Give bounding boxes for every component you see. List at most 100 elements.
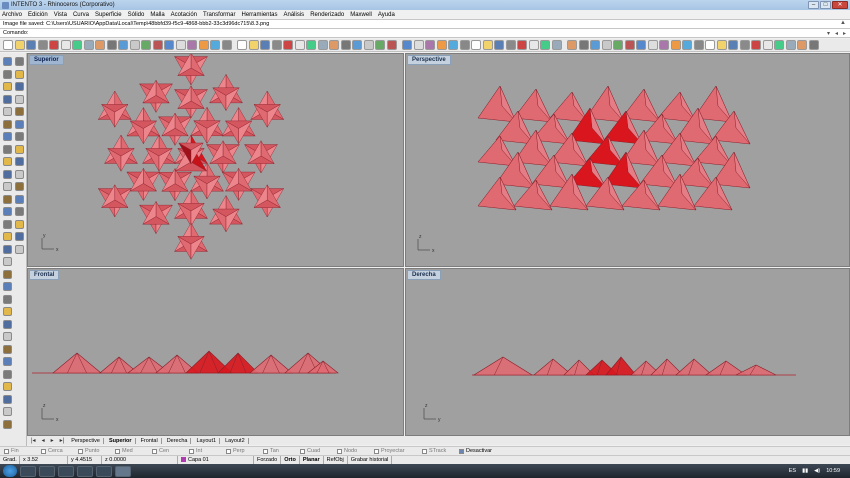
toolbar-tool-33-icon[interactable] <box>375 40 385 50</box>
toolbar-tool-36-icon[interactable] <box>413 40 424 50</box>
viewport-label-front[interactable]: Frontal <box>29 270 60 280</box>
left-tool-30-1-icon[interactable] <box>3 419 12 429</box>
taskbar-app-4[interactable] <box>77 465 93 477</box>
left-tool-7-2-icon[interactable] <box>15 132 24 141</box>
menu-analisis[interactable]: Análisis <box>284 12 305 18</box>
toolbar-tool-18-icon[interactable] <box>198 40 209 50</box>
toolbar-tool-60-icon[interactable] <box>693 40 704 50</box>
toolbar-tool-41-icon[interactable] <box>471 40 481 50</box>
last-tab-icon[interactable]: ▸| <box>58 437 67 444</box>
left-tool-19-1-icon[interactable] <box>3 282 12 291</box>
left-tool-23-1-icon[interactable] <box>3 332 12 341</box>
command-line[interactable]: Comando: ▾ ◂ ▸ <box>0 28 850 38</box>
osnap-tan[interactable]: Tan <box>263 448 296 454</box>
osnap-proyectar[interactable]: Proyectar <box>374 448 418 454</box>
toolbar-tool-52-icon[interactable] <box>601 40 612 50</box>
toolbar-tool-69-icon[interactable] <box>797 40 807 50</box>
taskbar-app-2[interactable] <box>39 465 55 477</box>
viewport-front[interactable]: Frontal xz <box>27 268 404 436</box>
status-planar[interactable]: Planar <box>300 456 324 464</box>
toolbar-tool-14-icon[interactable] <box>152 40 163 50</box>
toolbar-tool-27-icon[interactable] <box>306 40 316 50</box>
left-tool-25-1-icon[interactable] <box>3 357 12 366</box>
left-tool-3-1-icon[interactable] <box>3 82 12 91</box>
toolbar-tool-8-icon[interactable] <box>83 40 94 50</box>
toolbar-tool-66-icon[interactable] <box>762 40 773 50</box>
left-tool-9-1-icon[interactable] <box>3 157 12 166</box>
minimize-button[interactable]: – <box>808 1 819 9</box>
toolbar-tool-54-icon[interactable] <box>624 40 635 50</box>
toolbar-tool-50-icon[interactable] <box>578 40 589 50</box>
windows-start-icon[interactable] <box>3 465 17 477</box>
tab-superior[interactable]: Superior <box>106 437 136 444</box>
tab-perspective[interactable]: Perspective <box>68 437 104 444</box>
toolbar-tool-51-icon[interactable] <box>590 40 600 50</box>
toolbar-tool-35-icon[interactable] <box>402 40 412 50</box>
tab-frontal[interactable]: Frontal <box>138 437 162 444</box>
viewport-label-right[interactable]: Derecha <box>407 270 441 280</box>
left-tool-14-2-icon[interactable] <box>15 219 24 229</box>
toolbar-tool-64-icon[interactable] <box>739 40 750 50</box>
toolbar-tool-46-icon[interactable] <box>528 40 539 50</box>
toolbar-tool-49-icon[interactable] <box>567 40 577 50</box>
left-tool-4-1-icon[interactable] <box>3 94 12 104</box>
toolbar-tool-45-icon[interactable] <box>517 40 527 50</box>
menu-edicion[interactable]: Edición <box>28 12 48 18</box>
viewport-label-top[interactable]: Superior <box>29 55 64 65</box>
taskbar-app-3[interactable] <box>58 465 74 477</box>
toolbar-tool-29-icon[interactable] <box>329 40 339 50</box>
left-tool-10-2-icon[interactable] <box>15 169 24 179</box>
taskbar-rhino-icon[interactable] <box>115 465 131 477</box>
toolbar-tool-4-icon[interactable] <box>37 40 48 50</box>
toolbar-tool-15-icon[interactable] <box>164 40 174 50</box>
left-tool-18-1-icon[interactable] <box>3 269 12 279</box>
toolbar-tool-53-icon[interactable] <box>613 40 623 50</box>
toolbar-tool-2-icon[interactable] <box>14 40 25 50</box>
toolbar-tool-42-icon[interactable] <box>482 40 493 50</box>
viewport-perspective[interactable]: Perspective xz <box>405 53 850 267</box>
left-tool-17-1-icon[interactable] <box>3 257 12 266</box>
osnap-strack[interactable]: STrack <box>422 448 455 454</box>
left-tool-6-2-icon[interactable] <box>15 119 24 129</box>
toolbar-tool-6-icon[interactable] <box>60 40 71 50</box>
left-tool-8-2-icon[interactable] <box>15 144 24 154</box>
toolbar-tool-13-icon[interactable] <box>141 40 151 50</box>
status-units[interactable]: Grad. <box>0 456 20 464</box>
osnap-desactivar[interactable]: Desactivar <box>459 448 505 454</box>
toolbar-tool-17-icon[interactable] <box>187 40 197 50</box>
menu-herramientas[interactable]: Herramientas <box>241 12 277 18</box>
toolbar-tool-43-icon[interactable] <box>494 40 504 50</box>
toolbar-tool-48-icon[interactable] <box>551 40 562 50</box>
menu-curva[interactable]: Curva <box>73 12 89 18</box>
left-tool-21-1-icon[interactable] <box>3 307 12 316</box>
toolbar-tool-5-icon[interactable] <box>49 40 59 50</box>
prev-tab-icon[interactable]: ◂ <box>40 437 47 444</box>
toolbar-tool-70-icon[interactable] <box>808 40 819 50</box>
toolbar-tool-24-icon[interactable] <box>271 40 282 50</box>
left-tool-16-1-icon[interactable] <box>3 244 12 254</box>
left-tool-26-1-icon[interactable] <box>3 369 12 379</box>
toolbar-tool-68-icon[interactable] <box>785 40 796 50</box>
toolbar-tool-55-icon[interactable] <box>636 40 646 50</box>
toolbar-tool-67-icon[interactable] <box>774 40 784 50</box>
toolbar-tool-58-icon[interactable] <box>670 40 681 50</box>
left-tool-12-1-icon[interactable] <box>3 194 12 204</box>
toolbar-tool-28-icon[interactable] <box>317 40 328 50</box>
menu-vista[interactable]: Vista <box>54 12 67 18</box>
left-tool-2-2-icon[interactable] <box>15 69 24 79</box>
menu-acotacion[interactable]: Acotación <box>171 12 197 18</box>
toolbar-tool-12-icon[interactable] <box>129 40 140 50</box>
toolbar-tool-34-icon[interactable] <box>386 40 397 50</box>
status-orto[interactable]: Orto <box>281 456 300 464</box>
left-tool-15-2-icon[interactable] <box>15 232 24 241</box>
toolbar-tool-47-icon[interactable] <box>540 40 550 50</box>
viewport-label-perspective[interactable]: Perspective <box>407 55 451 65</box>
toolbar-tool-30-icon[interactable] <box>340 40 351 50</box>
left-tool-24-1-icon[interactable] <box>3 344 12 354</box>
left-tool-10-1-icon[interactable] <box>3 169 12 179</box>
toolbar-tool-56-icon[interactable] <box>647 40 658 50</box>
menu-archivo[interactable]: Archivo <box>2 12 22 18</box>
left-tool-5-1-icon[interactable] <box>3 107 12 116</box>
left-tool-3-2-icon[interactable] <box>15 82 24 91</box>
status-refobj[interactable]: RefObj <box>324 456 348 464</box>
